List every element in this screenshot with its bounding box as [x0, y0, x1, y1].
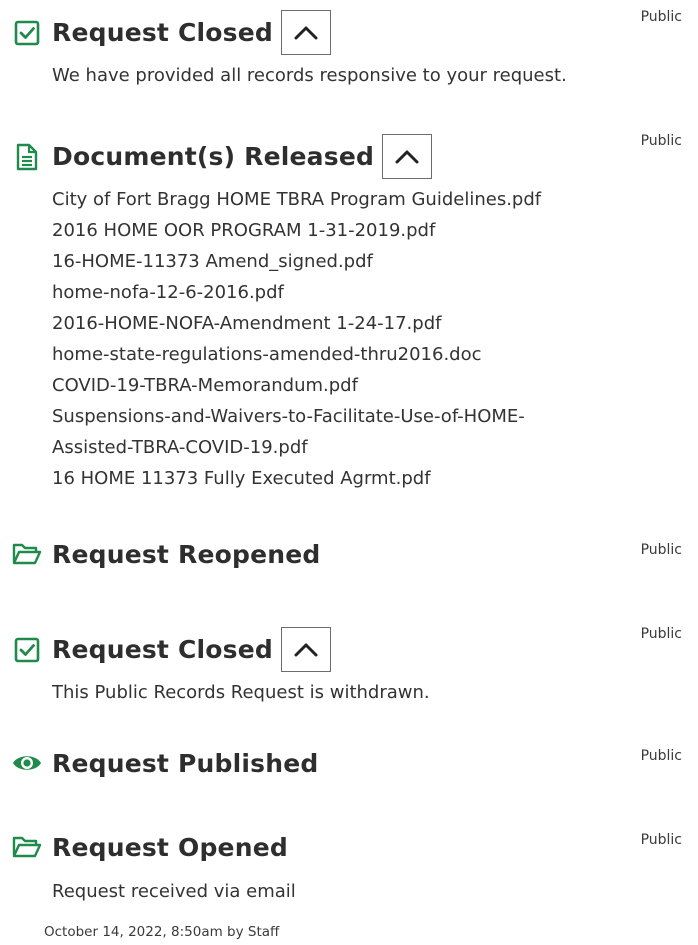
entry-message: We have provided all records responsive …	[52, 65, 567, 86]
entry-timestamp: October 14, 2022, 8:50am by Staff	[44, 924, 280, 940]
entry-header: Request Opened	[12, 832, 288, 862]
folder-open-icon	[12, 539, 42, 569]
released-documents-list: City of Fort Bragg HOME TBRA Program Gui…	[52, 184, 541, 494]
entry-title: Document(s) Released	[52, 142, 375, 171]
entry-header: Request Closed	[12, 10, 332, 55]
checkbox-checked-icon	[12, 18, 42, 48]
visibility-label: Public	[640, 542, 682, 558]
visibility-label: Public	[640, 9, 682, 25]
document-link[interactable]: 2016-HOME-NOFA-Amendment 1-24-17.pdf	[52, 308, 541, 339]
entry-header: Request Closed	[12, 627, 332, 672]
chevron-up-icon	[294, 26, 318, 39]
document-link[interactable]: City of Fort Bragg HOME TBRA Program Gui…	[52, 184, 541, 215]
entry-header: Document(s) Released	[12, 134, 433, 179]
visibility-label: Public	[640, 748, 682, 764]
chevron-up-icon	[395, 150, 419, 163]
collapse-toggle-button[interactable]	[382, 134, 433, 179]
visibility-label: Public	[640, 626, 682, 642]
entry-title: Request Published	[52, 748, 319, 778]
document-link[interactable]: COVID-19-TBRA-Memorandum.pdf	[52, 370, 541, 401]
collapse-toggle-button[interactable]	[281, 627, 332, 672]
collapse-toggle-button[interactable]	[281, 10, 332, 55]
document-link[interactable]: Assisted-TBRA-COVID-19.pdf	[52, 432, 541, 463]
entry-message: Request received via email	[52, 881, 296, 902]
entry-title: Request Reopened	[52, 539, 321, 569]
entry-message: This Public Records Request is withdrawn…	[52, 682, 430, 703]
entry-header: Request Reopened	[12, 539, 320, 569]
document-link[interactable]: 2016 HOME OOR PROGRAM 1-31-2019.pdf	[52, 215, 541, 246]
document-link[interactable]: home-nofa-12-6-2016.pdf	[52, 277, 541, 308]
checkbox-checked-icon	[12, 635, 42, 665]
chevron-up-icon	[294, 643, 318, 656]
document-icon	[12, 142, 42, 172]
entry-title: Request Closed	[52, 635, 274, 664]
entry-title: Request Closed	[52, 18, 274, 47]
entry-header: Request Published	[12, 748, 318, 778]
visibility-label: Public	[640, 133, 682, 149]
visibility-label: Public	[640, 832, 682, 848]
document-link[interactable]: 16-HOME-11373 Amend_signed.pdf	[52, 246, 541, 277]
document-link[interactable]: 16 HOME 11373 Fully Executed Agrmt.pdf	[52, 463, 541, 494]
eye-icon	[12, 748, 42, 778]
entry-title: Request Opened	[52, 832, 288, 862]
document-link[interactable]: Suspensions-and-Waivers-to-Facilitate-Us…	[52, 401, 541, 432]
document-link[interactable]: home-state-regulations-amended-thru2016.…	[52, 339, 541, 370]
folder-open-icon	[12, 832, 42, 862]
